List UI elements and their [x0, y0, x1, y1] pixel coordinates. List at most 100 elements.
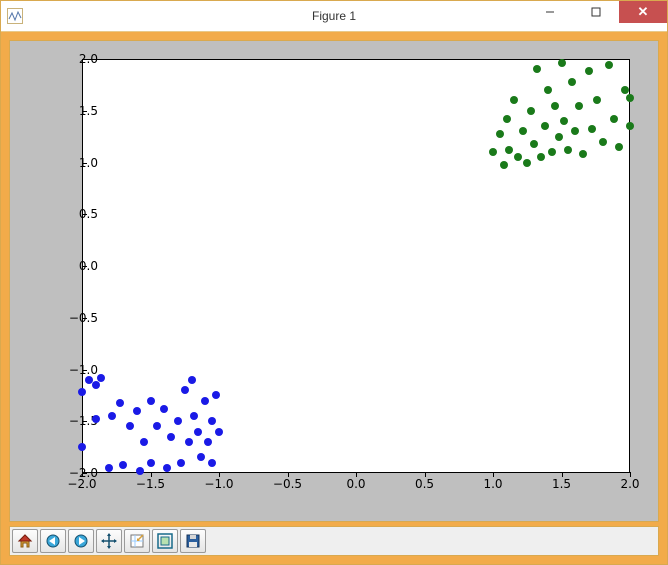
- y-tick-label: 0.5: [58, 207, 98, 221]
- data-point: [133, 407, 141, 415]
- y-tick-label: −1.0: [58, 363, 98, 377]
- data-point: [575, 102, 583, 110]
- zoom-icon: [129, 533, 145, 549]
- data-point: [140, 438, 148, 446]
- x-tick-label: −1.5: [136, 477, 165, 491]
- subplots-icon: [157, 533, 173, 549]
- data-point: [208, 459, 216, 467]
- minimize-button[interactable]: [527, 1, 573, 23]
- titlebar[interactable]: Figure 1 ✕: [1, 1, 667, 32]
- data-point: [160, 405, 168, 413]
- data-point: [610, 115, 618, 123]
- data-point: [92, 381, 100, 389]
- data-point: [204, 438, 212, 446]
- data-point: [527, 107, 535, 115]
- data-point: [560, 117, 568, 125]
- data-point: [177, 459, 185, 467]
- data-point: [167, 433, 175, 441]
- matplotlib-toolbar: [9, 526, 659, 556]
- data-point: [163, 464, 171, 472]
- close-button[interactable]: ✕: [619, 1, 667, 23]
- data-point: [519, 127, 527, 135]
- data-point: [533, 65, 541, 73]
- data-point: [174, 417, 182, 425]
- data-point: [537, 153, 545, 161]
- data-point: [136, 467, 144, 475]
- x-tick-label: 1.5: [552, 477, 571, 491]
- home-button[interactable]: [12, 529, 38, 553]
- y-tick-label: 1.5: [58, 104, 98, 118]
- x-tick-label: 0.5: [415, 477, 434, 491]
- data-point: [530, 140, 538, 148]
- back-button[interactable]: [40, 529, 66, 553]
- save-icon: [185, 533, 201, 549]
- data-point: [215, 428, 223, 436]
- home-icon: [17, 533, 33, 549]
- data-point: [514, 153, 522, 161]
- data-point: [605, 61, 613, 69]
- data-point: [626, 94, 634, 102]
- forward-icon: [73, 533, 89, 549]
- app-icon: [7, 8, 23, 24]
- data-point: [615, 143, 623, 151]
- data-point: [548, 148, 556, 156]
- data-point: [555, 133, 563, 141]
- y-tick-label: −0.5: [58, 311, 98, 325]
- data-point: [97, 374, 105, 382]
- data-point: [544, 86, 552, 94]
- data-point: [78, 388, 86, 396]
- maximize-button[interactable]: [573, 1, 619, 23]
- app-window: Figure 1 ✕ −2.0 −1.5 −1.0 −0.5 0.0 0.5 1.0 1.5 2…: [0, 0, 668, 565]
- data-point: [523, 159, 531, 167]
- data-point: [119, 461, 127, 469]
- x-tick-label: 0.0: [346, 477, 365, 491]
- data-point: [510, 96, 518, 104]
- x-tick-label: 1.0: [483, 477, 502, 491]
- data-point: [585, 67, 593, 75]
- data-point: [626, 122, 634, 130]
- data-point: [188, 376, 196, 384]
- zoom-button[interactable]: [124, 529, 150, 553]
- data-point: [541, 122, 549, 130]
- forward-button[interactable]: [68, 529, 94, 553]
- data-point: [496, 130, 504, 138]
- data-point: [201, 397, 209, 405]
- pan-icon: [101, 533, 117, 549]
- x-tick-label: −0.5: [273, 477, 302, 491]
- data-point: [181, 386, 189, 394]
- data-point: [197, 453, 205, 461]
- figure-canvas[interactable]: −2.0−1.5−1.0−0.50.00.51.01.52.0−2.0−1.5−…: [9, 40, 659, 522]
- data-point: [147, 397, 155, 405]
- data-point: [208, 417, 216, 425]
- client-area: −2.0−1.5−1.0−0.50.00.51.01.52.0−2.0−1.5−…: [1, 32, 667, 564]
- window-controls: ✕: [527, 1, 667, 31]
- close-icon: ✕: [638, 4, 649, 20]
- data-point: [92, 415, 100, 423]
- data-point: [108, 412, 116, 420]
- data-point: [105, 464, 113, 472]
- save-button[interactable]: [180, 529, 206, 553]
- data-point: [78, 443, 86, 451]
- data-point: [212, 391, 220, 399]
- data-point: [505, 146, 513, 154]
- data-point: [190, 412, 198, 420]
- data-point: [571, 127, 579, 135]
- data-point: [126, 422, 134, 430]
- data-point: [588, 125, 596, 133]
- data-point: [593, 96, 601, 104]
- pan-button[interactable]: [96, 529, 122, 553]
- data-point: [147, 459, 155, 467]
- data-point: [551, 102, 559, 110]
- data-point: [500, 161, 508, 169]
- data-point: [153, 422, 161, 430]
- data-point: [579, 150, 587, 158]
- y-tick-label: 0.0: [58, 259, 98, 273]
- x-tick-label: −1.0: [204, 477, 233, 491]
- y-tick-label: −2.0: [58, 466, 98, 480]
- data-point: [503, 115, 511, 123]
- data-point: [568, 78, 576, 86]
- subplots-button[interactable]: [152, 529, 178, 553]
- data-point: [599, 138, 607, 146]
- data-point: [116, 399, 124, 407]
- x-tick-label: 2.0: [620, 477, 639, 491]
